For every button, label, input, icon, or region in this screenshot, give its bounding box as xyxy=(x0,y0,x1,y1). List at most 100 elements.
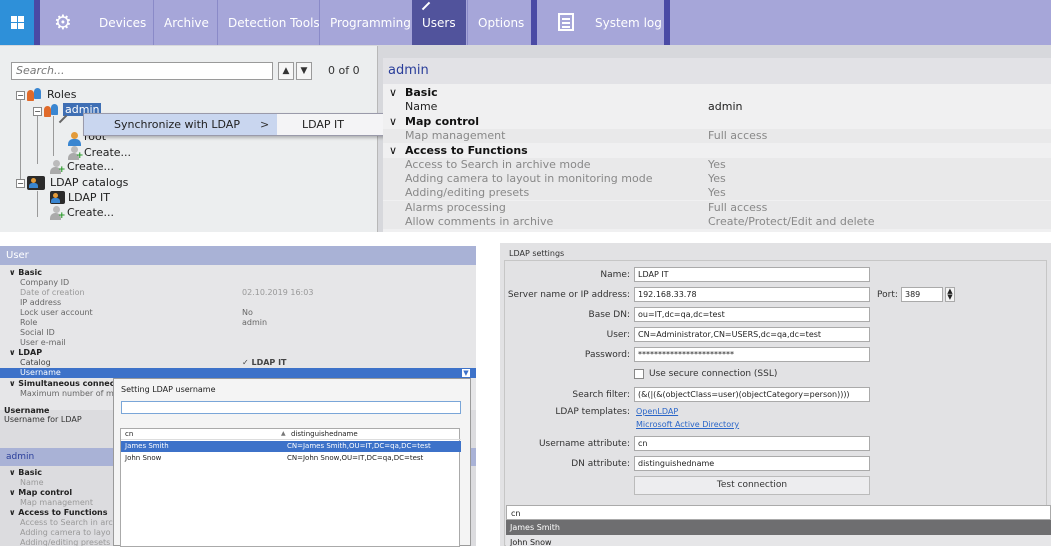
section-ldap[interactable]: ∨ LDAP xyxy=(9,348,42,357)
list-header: cn ▲ distinguishedname xyxy=(121,429,461,440)
ldap-username-input[interactable] xyxy=(121,401,461,414)
property-row[interactable]: Allow comments in archive Create/Protect/… xyxy=(383,215,1051,229)
dn-attribute-field[interactable]: distinguishedname xyxy=(634,456,870,471)
results-row[interactable]: John Snow xyxy=(506,535,1051,546)
test-connection-button[interactable]: Test connection xyxy=(634,476,870,495)
property-row[interactable]: Map management Full access xyxy=(383,129,1051,143)
section-simultaneous[interactable]: ∨ Simultaneous connec xyxy=(9,379,114,388)
property-key: Adding camera to layo xyxy=(20,528,111,537)
collapse-icon[interactable]: − xyxy=(16,91,25,100)
menu-system-log[interactable]: System log xyxy=(585,0,672,45)
username-row[interactable] xyxy=(0,368,476,378)
tree-node-ldap-it[interactable]: LDAP IT xyxy=(68,191,110,204)
section-access-functions[interactable]: ∨ Access to Functions xyxy=(9,508,108,517)
property-value: Yes xyxy=(708,158,726,171)
property-key: IP address xyxy=(20,298,62,307)
password-field[interactable]: ************************ xyxy=(634,347,870,362)
check-icon: ✓ xyxy=(242,358,252,367)
section-map-control[interactable]: ∨ Map control xyxy=(383,115,1051,129)
section-label: Basic xyxy=(18,468,43,477)
main-window: ⚙ Devices Archive Detection Tools Progra… xyxy=(0,0,1051,232)
property-value: Create/Protect/Edit and delete xyxy=(708,215,875,228)
results-header: cn xyxy=(506,505,1051,520)
create-user-icon: + xyxy=(68,146,84,161)
property-row[interactable]: Adding camera to layout in monitoring mo… xyxy=(383,172,1051,186)
menu-archive[interactable]: Archive xyxy=(153,0,219,45)
menu-users[interactable]: Users xyxy=(412,0,466,45)
property-row[interactable]: Alarms processing Full access xyxy=(383,201,1051,215)
menu-detection-tools[interactable]: Detection Tools xyxy=(217,0,330,45)
settings-frame xyxy=(504,260,1047,546)
name-field[interactable]: LDAP IT xyxy=(634,267,870,282)
tree-node-create-catalog[interactable]: Create... xyxy=(67,206,114,219)
section-label: Map control xyxy=(405,115,479,128)
column-cn[interactable]: cn xyxy=(125,430,133,438)
menu-item-label: Synchronize with LDAP xyxy=(114,118,240,131)
tree-node-create-role[interactable]: Create... xyxy=(67,160,114,173)
app-menu-button[interactable] xyxy=(0,0,34,45)
port-stepper[interactable]: ▲ ▼ xyxy=(945,287,955,302)
admin-title: admin xyxy=(6,452,35,462)
chevron-down-icon: ∨ xyxy=(9,268,19,277)
gear-icon[interactable]: ⚙ xyxy=(52,11,74,33)
submenu-item-ldap-it[interactable]: LDAP IT xyxy=(302,118,344,131)
collapse-icon[interactable]: − xyxy=(16,179,25,188)
system-log-icon[interactable] xyxy=(558,13,574,31)
menu-devices[interactable]: Devices xyxy=(89,0,156,45)
section-basic[interactable]: ∨ Basic xyxy=(383,86,1051,100)
cell-dn: CN=John Snow,OU=IT,DC=qa,DC=test xyxy=(287,454,424,462)
user-field[interactable]: CN=Administrator,CN=USERS,dc=qa,dc=test xyxy=(634,327,870,342)
column-dn[interactable]: distinguishedname xyxy=(291,430,358,438)
label-username-attribute: Username attribute: xyxy=(538,439,630,449)
property-key: Lock user account xyxy=(20,308,93,317)
ldap-entry-icon xyxy=(50,191,65,204)
label-port: Port: xyxy=(877,290,898,300)
dropdown-icon[interactable]: ▼ xyxy=(461,368,471,378)
search-next-button[interactable]: ▼ xyxy=(296,62,312,80)
username-attribute-field[interactable]: cn xyxy=(634,436,870,451)
create-role-icon: + xyxy=(50,160,66,175)
section-label: Basic xyxy=(405,86,438,99)
description-text: Username for LDAP xyxy=(4,415,82,424)
list-item[interactable]: John Snow CN=John Snow,OU=IT,DC=qa,DC=te… xyxy=(121,453,461,464)
tree-node-roles[interactable]: Roles xyxy=(47,88,76,101)
chevron-down-icon: ∨ xyxy=(389,144,398,157)
property-value: 02.10.2019 16:03 xyxy=(242,288,314,297)
section-label: Map control xyxy=(18,488,73,497)
results-row-selected[interactable]: James Smith xyxy=(506,520,1051,535)
tree-node-ldap-catalogs[interactable]: LDAP catalogs xyxy=(50,176,128,189)
section-map-control[interactable]: ∨ Map control xyxy=(9,488,72,497)
property-row[interactable]: Access to Search in archive mode Yes xyxy=(383,158,1051,172)
property-row[interactable]: Name admin xyxy=(383,100,1051,114)
section-basic[interactable]: ∨ Basic xyxy=(9,268,42,277)
ssl-label: Use secure connection (SSL) xyxy=(649,369,778,379)
base-dn-field[interactable]: ou=IT,dc=qa,dc=test xyxy=(634,307,870,322)
search-input[interactable]: Search... xyxy=(11,62,273,80)
menu-users-label: Users xyxy=(422,15,456,30)
settings-header: LDAP settings xyxy=(509,249,565,258)
template-openldap-link[interactable]: OpenLDAP xyxy=(636,407,678,416)
edit-icon xyxy=(58,114,68,124)
property-key: Name xyxy=(405,100,438,113)
search-filter-field[interactable]: (&(|(&(objectClass=user)(objectCategory=… xyxy=(634,387,870,402)
template-active-directory-link[interactable]: Microsoft Active Directory xyxy=(636,420,739,429)
sort-icon: ▲ xyxy=(281,430,286,437)
property-row[interactable]: Adding/editing presets Yes xyxy=(383,186,1051,200)
menu-options[interactable]: Options xyxy=(467,0,534,45)
property-key: Maximum number of mo xyxy=(20,389,119,398)
server-field[interactable]: 192.168.33.78 xyxy=(634,287,870,302)
ssl-checkbox[interactable] xyxy=(634,369,644,379)
section-basic[interactable]: ∨ Basic xyxy=(9,468,42,477)
collapse-icon[interactable]: − xyxy=(33,107,42,116)
port-field[interactable]: 389 xyxy=(901,287,943,302)
property-key: Access to Search in archive mode xyxy=(405,158,591,171)
section-access-functions[interactable]: ∨ Access to Functions xyxy=(383,144,1051,158)
tree-node-create-user[interactable]: Create... xyxy=(84,146,131,159)
user-panel-title: User xyxy=(0,246,476,265)
menu-programming[interactable]: Programming xyxy=(319,0,421,45)
list-item[interactable]: James Smith CN=James Smith,OU=IT,DC=qa,D… xyxy=(121,441,461,452)
search-count: 0 of 0 xyxy=(328,64,360,77)
search-prev-button[interactable]: ▲ xyxy=(278,62,294,80)
label-user: User: xyxy=(606,330,630,340)
ldap-catalog-icon xyxy=(27,176,45,190)
